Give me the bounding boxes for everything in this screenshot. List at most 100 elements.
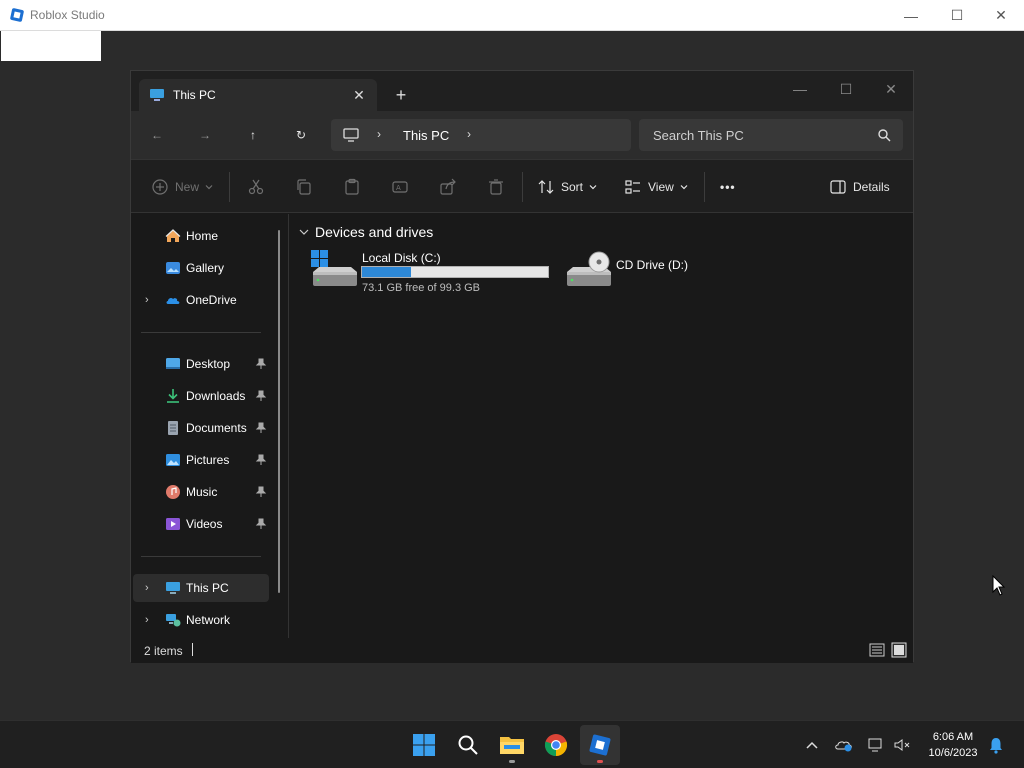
local-disk-icon bbox=[311, 250, 357, 286]
view-button[interactable]: View bbox=[624, 176, 688, 198]
notification-bell-icon[interactable] bbox=[986, 735, 1006, 755]
sidebar-item-this-pc[interactable]: › This PC bbox=[133, 574, 269, 602]
pin-icon[interactable] bbox=[255, 358, 267, 370]
new-tab-button[interactable]: + bbox=[389, 85, 413, 105]
home-icon bbox=[165, 229, 181, 242]
drive-usage-fill bbox=[362, 267, 412, 277]
sidebar-item-music[interactable]: Music bbox=[133, 478, 269, 506]
pin-icon[interactable] bbox=[255, 454, 267, 466]
sidebar-item-label: OneDrive bbox=[186, 293, 237, 307]
drive-local-disk-c[interactable]: Local Disk (C:) 73.1 GB free of 99.3 GB bbox=[311, 250, 561, 298]
sidebar-item-desktop[interactable]: Desktop bbox=[133, 350, 269, 378]
tab-bar: This PC ✕ + — ☐ ✕ bbox=[131, 71, 913, 111]
clock-date: 10/6/2023 bbox=[928, 747, 978, 759]
drive-cd-drive-d[interactable]: CD Drive (D:) bbox=[565, 250, 715, 298]
refresh-button[interactable]: ↻ bbox=[285, 121, 317, 149]
sidebar-item-pictures[interactable]: Pictures bbox=[133, 446, 269, 474]
search-icon bbox=[458, 735, 478, 755]
paste-icon[interactable] bbox=[343, 178, 361, 196]
cut-icon[interactable] bbox=[247, 178, 265, 196]
delete-icon[interactable] bbox=[487, 178, 505, 196]
show-hidden-icons-chevron-up-icon[interactable] bbox=[802, 735, 822, 755]
search-box[interactable]: Search This PC bbox=[639, 119, 903, 151]
cd-drive-icon bbox=[567, 251, 611, 286]
sidebar-item-label: Home bbox=[186, 229, 219, 243]
chevron-down-icon bbox=[205, 185, 213, 190]
taskbar: 6:06 AM 10/6/2023 bbox=[0, 720, 1024, 768]
content-pane: Devices and drives Local Disk (C:) 73.1 … bbox=[289, 214, 913, 638]
onedrive-status-icon[interactable] bbox=[834, 735, 854, 755]
up-button[interactable]: ↑ bbox=[237, 121, 269, 149]
sort-button[interactable]: Sort bbox=[537, 176, 597, 198]
chevron-right-icon[interactable]: › bbox=[145, 582, 149, 594]
chrome-taskbar-button[interactable] bbox=[536, 725, 576, 765]
pin-icon[interactable] bbox=[255, 422, 267, 434]
sidebar-item-documents[interactable]: Documents bbox=[133, 414, 269, 442]
share-icon[interactable] bbox=[439, 178, 457, 196]
roblox-studio-icon bbox=[589, 734, 611, 756]
large-icons-view-icon[interactable] bbox=[891, 642, 907, 658]
tab-close-button[interactable]: ✕ bbox=[349, 85, 369, 105]
volume-muted-icon[interactable] bbox=[892, 735, 912, 755]
sidebar-item-home[interactable]: Home bbox=[133, 222, 269, 250]
status-separator bbox=[192, 643, 193, 656]
start-button[interactable] bbox=[404, 725, 444, 765]
studio-title: Roblox Studio bbox=[30, 8, 105, 22]
network-status-icon[interactable] bbox=[866, 735, 886, 755]
folder-icon bbox=[500, 737, 524, 754]
sidebar-item-downloads[interactable]: Downloads bbox=[133, 382, 269, 410]
plus-circle-icon bbox=[152, 179, 168, 195]
maximize-button[interactable]: ☐ bbox=[823, 75, 869, 103]
clock-time: 6:06 AM bbox=[932, 731, 974, 743]
search-taskbar-button[interactable] bbox=[448, 725, 488, 765]
sidebar-item-label: Music bbox=[186, 485, 218, 499]
sidebar-item-videos[interactable]: Videos bbox=[133, 510, 269, 538]
breadcrumb-separator[interactable]: › bbox=[377, 127, 381, 141]
tab-this-pc[interactable]: This PC ✕ bbox=[139, 79, 377, 111]
breadcrumb-this-pc[interactable]: This PC bbox=[403, 128, 449, 143]
sidebar-item-label: Documents bbox=[186, 421, 247, 435]
roblox-studio-taskbar-button[interactable] bbox=[580, 725, 620, 765]
new-button[interactable]: New bbox=[151, 176, 213, 198]
search-input[interactable]: Search This PC bbox=[653, 128, 744, 143]
studio-close-button[interactable]: ✕ bbox=[978, 0, 1024, 31]
chevron-right-icon[interactable]: › bbox=[145, 614, 149, 626]
details-view-icon[interactable] bbox=[869, 642, 885, 658]
sidebar-scrollbar[interactable] bbox=[278, 230, 280, 593]
drive-usage-bar bbox=[361, 266, 549, 278]
pin-icon[interactable] bbox=[255, 486, 267, 498]
minimize-button[interactable]: — bbox=[777, 75, 823, 103]
back-button[interactable]: ← bbox=[141, 121, 173, 149]
sidebar-divider bbox=[141, 556, 261, 557]
sidebar-item-label: Downloads bbox=[186, 389, 246, 403]
group-header[interactable]: Devices and drives bbox=[299, 224, 433, 240]
breadcrumb-chevron[interactable]: › bbox=[467, 127, 471, 141]
studio-minimize-button[interactable]: — bbox=[888, 0, 934, 31]
sidebar-item-label: Desktop bbox=[186, 357, 231, 371]
see-more-button[interactable]: ••• bbox=[720, 176, 736, 198]
sidebar-item-label: Gallery bbox=[186, 261, 225, 275]
file-explorer-taskbar-button[interactable] bbox=[492, 725, 532, 765]
pin-icon[interactable] bbox=[255, 390, 267, 402]
pin-icon[interactable] bbox=[255, 518, 267, 530]
status-bar: 2 items bbox=[131, 638, 913, 663]
chevron-down-icon bbox=[680, 185, 688, 190]
sidebar-item-label: This PC bbox=[186, 581, 229, 595]
sidebar-item-network[interactable]: › Network bbox=[133, 606, 269, 634]
toolbar-divider bbox=[229, 172, 230, 202]
desktop-icon bbox=[166, 358, 180, 369]
sidebar-item-label: Videos bbox=[186, 517, 223, 531]
sidebar-item-onedrive[interactable]: › OneDrive bbox=[133, 286, 269, 314]
forward-button[interactable]: → bbox=[189, 121, 221, 149]
windows-logo-icon bbox=[413, 734, 435, 756]
studio-maximize-button[interactable]: ☐ bbox=[934, 0, 980, 31]
system-clock[interactable]: 6:06 AM 10/6/2023 bbox=[918, 729, 988, 761]
network-icon bbox=[166, 614, 181, 627]
chevron-right-icon[interactable]: › bbox=[145, 294, 149, 306]
copy-icon[interactable] bbox=[295, 178, 313, 196]
close-button[interactable]: ✕ bbox=[868, 75, 914, 103]
details-button[interactable]: Details bbox=[829, 176, 890, 198]
address-bar[interactable]: › This PC › bbox=[331, 119, 631, 151]
sidebar-item-gallery[interactable]: Gallery bbox=[133, 254, 269, 282]
rename-icon[interactable]: A bbox=[391, 178, 409, 196]
